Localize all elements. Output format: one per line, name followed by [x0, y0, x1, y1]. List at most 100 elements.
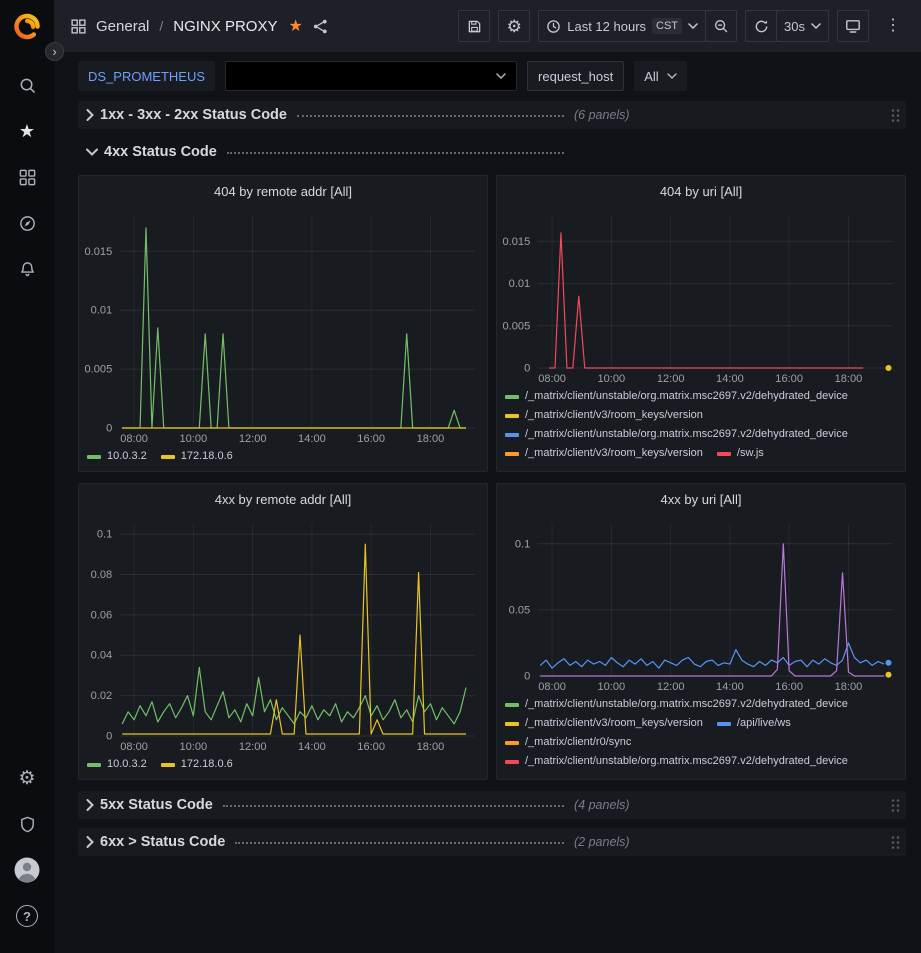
svg-text:08:00: 08:00	[538, 681, 566, 693]
kebab-menu-button[interactable]: ⋮	[877, 10, 909, 42]
legend-swatch	[505, 741, 519, 745]
starred-dashboards-icon[interactable]: ★	[7, 111, 47, 151]
legend-item[interactable]: /_matrix/client/unstable/org.matrix.msc2…	[505, 753, 848, 770]
request-host-select[interactable]: All	[634, 61, 686, 91]
dotted-leader	[235, 836, 564, 844]
legend-item[interactable]: 172.18.0.6	[161, 448, 233, 465]
timeseries-chart[interactable]: 08:0010:0012:0014:0016:0018:0000.050.1	[497, 514, 905, 694]
datasource-select[interactable]	[225, 61, 517, 91]
sidebar-expand-button[interactable]: ›	[45, 42, 64, 61]
user-avatar[interactable]	[7, 850, 47, 890]
svg-text:10:00: 10:00	[179, 433, 207, 445]
svg-text:0: 0	[106, 423, 112, 435]
row-6xx[interactable]: 6xx > Status Code (2 panels)	[78, 828, 906, 856]
legend-item[interactable]: /_matrix/client/unstable/org.matrix.msc2…	[505, 696, 848, 713]
breadcrumb-section[interactable]: General	[96, 18, 149, 35]
grafana-logo[interactable]	[10, 10, 44, 44]
panel-title[interactable]: 404 by remote addr [All]	[79, 176, 487, 206]
chevron-right-icon	[86, 799, 94, 811]
dotted-leader	[297, 109, 564, 117]
search-icon[interactable]	[7, 65, 47, 105]
chevron-down-icon	[496, 73, 506, 79]
row-drag-handle[interactable]	[889, 833, 902, 852]
legend-item[interactable]: /_matrix/client/v3/room_keys/version	[505, 715, 703, 732]
panel-title[interactable]: 404 by uri [All]	[497, 176, 905, 206]
chevron-right-icon	[86, 109, 94, 121]
request-host-value: All	[644, 69, 658, 84]
legend-item[interactable]: /sw.js	[717, 445, 764, 462]
timezone-badge: CST	[652, 18, 682, 34]
save-dashboard-button[interactable]	[458, 10, 490, 42]
legend-item[interactable]: /_matrix/client/unstable/org.matrix.msc2…	[505, 426, 848, 443]
legend-item[interactable]: 10.0.3.2	[87, 756, 147, 773]
panel-404-by-remote-addr: 404 by remote addr [All] 08:0010:0012:00…	[78, 175, 488, 472]
panel-legend: /_matrix/client/unstable/org.matrix.msc2…	[497, 386, 905, 466]
panel-title[interactable]: 4xx by uri [All]	[497, 484, 905, 514]
svg-text:16:00: 16:00	[775, 681, 803, 693]
legend-label: /_matrix/client/unstable/org.matrix.msc2…	[525, 388, 848, 405]
svg-text:0.01: 0.01	[509, 278, 531, 290]
explore-compass-icon[interactable]	[7, 203, 47, 243]
alerting-bell-icon[interactable]	[7, 249, 47, 289]
breadcrumb-page-title: NGINX PROXY	[173, 18, 277, 35]
legend-item[interactable]: /_matrix/client/v3/room_keys/version	[505, 407, 703, 424]
zoom-out-button[interactable]	[705, 10, 737, 42]
time-range-picker[interactable]: Last 12 hours CST	[538, 10, 706, 42]
row-panel-count: (4 panels)	[574, 798, 630, 812]
legend-item[interactable]: 172.18.0.6	[161, 756, 233, 773]
magnifier-minus-icon	[713, 18, 729, 34]
legend-label: /_matrix/client/unstable/org.matrix.msc2…	[525, 753, 848, 770]
chevron-down-icon	[667, 73, 677, 79]
row-5xx[interactable]: 5xx Status Code (4 panels)	[78, 791, 906, 819]
row-1xx-3xx-2xx[interactable]: 1xx - 3xx - 2xx Status Code (6 panels)	[78, 101, 906, 129]
chevron-down-icon	[688, 23, 698, 29]
svg-text:16:00: 16:00	[357, 433, 385, 445]
row-drag-handle[interactable]	[889, 796, 902, 815]
legend-item[interactable]: /_matrix/client/v3/room_keys/version	[505, 445, 703, 462]
panel-4xx-by-remote-addr: 4xx by remote addr [All] 08:0010:0012:00…	[78, 483, 488, 780]
timeseries-chart[interactable]: 08:0010:0012:0014:0016:0018:0000.0050.01…	[79, 206, 487, 446]
legend-item[interactable]: 10.0.3.2	[87, 448, 147, 465]
main-area: General / NGINX PROXY ★ ⚙ Last 12 hours …	[54, 0, 921, 953]
configuration-gear-icon[interactable]: ⚙	[7, 758, 47, 798]
tv-mode-button[interactable]	[837, 10, 869, 42]
refresh-icon	[754, 19, 769, 34]
svg-text:08:00: 08:00	[120, 741, 148, 753]
refresh-button[interactable]	[745, 10, 777, 42]
share-icon[interactable]	[312, 18, 329, 35]
svg-text:10:00: 10:00	[597, 681, 625, 693]
dashboard-variables-bar: DS_PROMETHEUS request_host All	[54, 52, 921, 99]
svg-text:18:00: 18:00	[835, 681, 863, 693]
svg-text:18:00: 18:00	[417, 433, 445, 445]
legend-swatch	[505, 395, 519, 399]
time-range-label: Last 12 hours	[567, 19, 646, 34]
timeseries-chart[interactable]: 08:0010:0012:0014:0016:0018:0000.0050.01…	[497, 206, 905, 386]
svg-text:16:00: 16:00	[775, 373, 803, 385]
timeseries-chart[interactable]: 08:0010:0012:0014:0016:0018:0000.020.040…	[79, 514, 487, 754]
row-drag-handle[interactable]	[889, 106, 902, 125]
legend-item[interactable]: /api/live/ws	[717, 715, 791, 732]
legend-label: /_matrix/client/unstable/org.matrix.msc2…	[525, 426, 848, 443]
legend-swatch	[717, 722, 731, 726]
dashboard-settings-gear-button[interactable]: ⚙	[498, 10, 530, 42]
row-panel-count: (6 panels)	[574, 108, 630, 122]
panel-404-by-uri: 404 by uri [All] 08:0010:0012:0014:0016:…	[496, 175, 906, 472]
server-admin-shield-icon[interactable]	[7, 804, 47, 844]
request-host-variable-label: request_host	[527, 61, 624, 91]
svg-text:0: 0	[106, 731, 112, 743]
refresh-interval-dropdown[interactable]: 30s	[776, 10, 829, 42]
svg-text:0.015: 0.015	[85, 246, 113, 258]
panel-title[interactable]: 4xx by remote addr [All]	[79, 484, 487, 514]
favorite-star-icon[interactable]: ★	[288, 16, 302, 36]
dashboards-icon[interactable]	[7, 157, 47, 197]
legend-item[interactable]: /_matrix/client/unstable/org.matrix.msc2…	[505, 388, 848, 405]
legend-item[interactable]: /_matrix/client/r0/sync	[505, 734, 631, 751]
legend-swatch	[505, 433, 519, 437]
svg-text:0.04: 0.04	[91, 650, 113, 662]
panel-legend: /_matrix/client/unstable/org.matrix.msc2…	[497, 694, 905, 774]
svg-text:08:00: 08:00	[120, 433, 148, 445]
svg-text:18:00: 18:00	[835, 373, 863, 385]
row-4xx[interactable]: 4xx Status Code	[78, 138, 906, 166]
help-icon[interactable]: ?	[7, 896, 47, 936]
row-title: 1xx - 3xx - 2xx Status Code	[100, 107, 287, 123]
